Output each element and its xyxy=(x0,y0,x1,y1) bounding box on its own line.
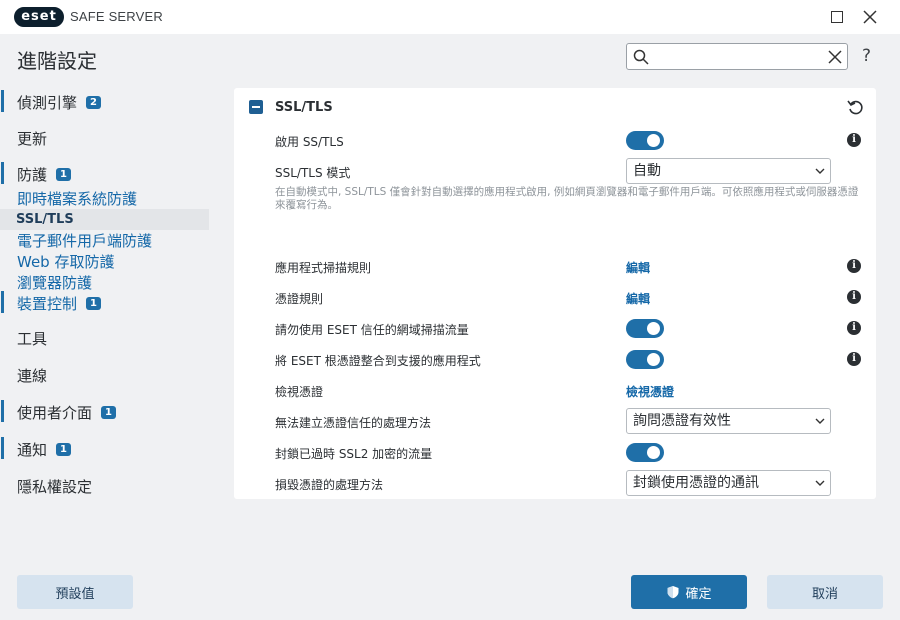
block-ssl2-label: 封鎖已過時 SSL2 加密的流量 xyxy=(275,447,433,461)
select-value: 封鎖使用憑證的通訊 xyxy=(633,475,759,491)
shield-icon xyxy=(667,586,679,599)
sidebar-item-user-interface[interactable]: 使用者介面 1 xyxy=(0,400,117,423)
settings-panel: SSL/TLS 啟用 SS/TLS i SSL/TLS 模式 自動 在自動模式中… xyxy=(234,88,876,499)
sidebar-item-tools[interactable]: 工具 xyxy=(17,328,47,349)
info-icon[interactable]: i xyxy=(847,290,861,304)
sidebar-item-email-protection[interactable]: 電子郵件用戶端防護 xyxy=(17,230,152,251)
sidebar-item-protection[interactable]: 防護 1 xyxy=(0,162,72,185)
ssl-tls-mode-select[interactable]: 自動 xyxy=(626,158,831,184)
sidebar-item-label: 偵測引擎 xyxy=(17,94,78,112)
notification-badge: 2 xyxy=(86,96,102,109)
maximize-button[interactable] xyxy=(825,5,849,29)
edit-certificate-rules-link[interactable]: 編輯 xyxy=(626,290,650,307)
root-cert-integration-label: 將 ESET 根憑證整合到支援的應用程式 xyxy=(275,354,481,368)
untrusted-cert-action-label: 無法建立憑證信任的處理方法 xyxy=(275,416,432,430)
view-certificate-link[interactable]: 檢視憑證 xyxy=(626,383,674,400)
ssl-tls-mode-label: SSL/TLS 模式 xyxy=(275,166,351,180)
sidebar-item-label: 連線 xyxy=(17,367,48,385)
trusted-domains-label: 請勿使用 ESET 信任的網域掃描流量 xyxy=(275,323,469,337)
product-name: SAFE SERVER xyxy=(70,9,163,24)
sidebar-item-detection-engine[interactable]: 偵測引擎 2 xyxy=(0,90,102,113)
info-icon[interactable]: i xyxy=(847,352,861,366)
view-certificate-label: 檢視憑證 xyxy=(275,385,324,399)
sidebar-item-ssl-tls[interactable]: SSL/TLS xyxy=(0,209,209,230)
help-button[interactable]: ? xyxy=(862,46,871,66)
page-title: 進階設定 xyxy=(17,49,97,73)
chevron-down-icon xyxy=(815,480,825,486)
sidebar-item-label: 更新 xyxy=(17,130,48,148)
chevron-down-icon xyxy=(815,168,825,174)
maximize-icon xyxy=(831,11,843,23)
sidebar-item-label: 通知 xyxy=(17,441,48,459)
sidebar-item-label: 裝置控制 xyxy=(17,295,78,313)
sidebar-item-label: 隱私權設定 xyxy=(17,478,93,496)
untrusted-cert-action-select[interactable]: 詢問憑證有效性 xyxy=(626,408,831,434)
section-title: SSL/TLS xyxy=(275,100,333,115)
sidebar-item-label: SSL/TLS xyxy=(16,212,74,227)
sidebar-item-update[interactable]: 更新 xyxy=(17,128,47,149)
title-bar: eset SAFE SERVER xyxy=(0,0,900,34)
default-button-label: 預設值 xyxy=(55,586,95,602)
select-value: 自動 xyxy=(633,163,661,179)
select-value: 詢問憑證有效性 xyxy=(633,413,731,429)
notification-badge: 1 xyxy=(101,406,117,419)
sidebar-item-label: Web 存取防護 xyxy=(17,253,115,271)
cancel-button-label: 取消 xyxy=(811,586,838,602)
certificate-rules-label: 憑證規則 xyxy=(275,292,324,306)
revert-icon[interactable] xyxy=(846,98,864,116)
info-icon[interactable]: i xyxy=(847,321,861,335)
ok-button-label: 確定 xyxy=(685,586,712,602)
mode-description: 在自動模式中, SSL/TLS 僅會針對自動選擇的應用程式啟用, 例如網頁瀏覽器… xyxy=(275,186,859,211)
sidebar-item-privacy-settings[interactable]: 隱私權設定 xyxy=(17,476,92,497)
clear-search-icon[interactable] xyxy=(826,48,844,66)
sidebar-item-notifications[interactable]: 通知 1 xyxy=(0,437,72,460)
sidebar-item-label: 工具 xyxy=(17,330,48,348)
search-box[interactable] xyxy=(626,43,848,70)
cancel-button[interactable]: 取消 xyxy=(767,575,883,609)
sidebar-item-connectivity[interactable]: 連線 xyxy=(17,365,47,386)
collapse-section-icon[interactable] xyxy=(249,100,263,114)
sidebar-item-label: 使用者介面 xyxy=(17,404,93,422)
enable-ssl-tls-label: 啟用 SS/TLS xyxy=(275,135,344,149)
notification-badge: 1 xyxy=(56,443,72,456)
sidebar-item-label: 電子郵件用戶端防護 xyxy=(17,232,153,250)
default-button[interactable]: 預設值 xyxy=(17,575,133,609)
root-cert-integration-toggle[interactable] xyxy=(626,350,664,369)
app-scan-rules-label: 應用程式掃描規則 xyxy=(275,261,372,275)
sidebar-item-browser-protection[interactable]: 瀏覽器防護 xyxy=(17,272,92,293)
close-button[interactable] xyxy=(858,5,882,29)
sidebar-item-label: 防護 xyxy=(17,166,48,184)
info-icon[interactable]: i xyxy=(847,133,861,147)
enable-ssl-tls-toggle[interactable] xyxy=(626,131,664,150)
block-ssl2-toggle[interactable] xyxy=(626,443,664,462)
ok-button[interactable]: 確定 xyxy=(631,575,747,609)
corrupt-cert-action-label: 損毀憑證的處理方法 xyxy=(275,478,384,492)
close-icon xyxy=(863,10,877,24)
sidebar-item-label: 瀏覽器防護 xyxy=(17,274,93,292)
corrupt-cert-action-select[interactable]: 封鎖使用憑證的通訊 xyxy=(626,470,831,496)
chevron-down-icon xyxy=(815,418,825,424)
sidebar-item-label: 即時檔案系統防護 xyxy=(17,190,138,208)
notification-badge: 1 xyxy=(56,168,72,181)
sidebar-item-realtime-protection[interactable]: 即時檔案系統防護 xyxy=(17,188,137,209)
search-icon xyxy=(633,49,649,65)
trusted-domains-toggle[interactable] xyxy=(626,319,664,338)
search-input[interactable] xyxy=(653,47,823,66)
info-icon[interactable]: i xyxy=(847,259,861,273)
sidebar-item-device-control[interactable]: 裝置控制 1 xyxy=(0,291,102,314)
eset-logo: eset xyxy=(14,7,64,27)
sidebar-item-web-access-protection[interactable]: Web 存取防護 xyxy=(17,251,114,272)
sidebar: 偵測引擎 2 更新 防護 1 即時檔案系統防護 SSL/TLS 電子郵件用戶端防… xyxy=(0,84,215,504)
edit-app-scan-rules-link[interactable]: 編輯 xyxy=(626,259,650,276)
notification-badge: 1 xyxy=(86,297,102,310)
